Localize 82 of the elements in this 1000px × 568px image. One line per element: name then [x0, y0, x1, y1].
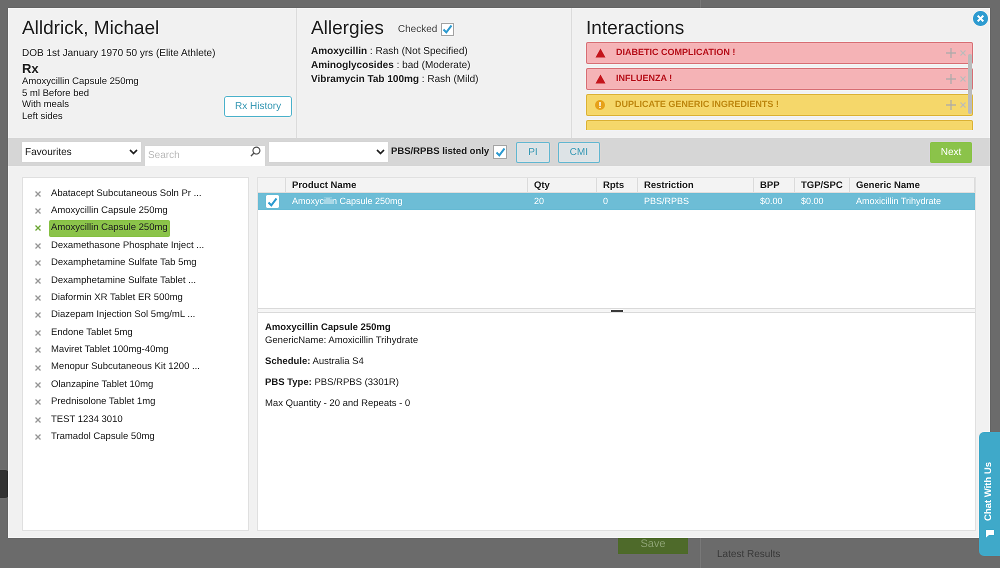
column-header[interactable]: Generic Name	[850, 178, 975, 192]
favourite-item[interactable]: Olanzapine Tablet 10mg	[49, 376, 156, 394]
warning-triangle-icon	[595, 48, 606, 58]
rx-heading: Rx	[22, 61, 40, 76]
table-cell-text: PBS/RPBS	[643, 194, 690, 208]
detail-max-quantity: Max Quantity - 20 and Repeats - 0	[265, 397, 412, 410]
splitter-handle[interactable]	[610, 310, 622, 312]
column-header[interactable]: Restriction	[638, 178, 754, 192]
rx-line: Left sides	[22, 110, 63, 122]
allergy-entry: Vibramycin Tab 100mg : Rash (Mild)	[311, 73, 480, 87]
checkbox[interactable]	[493, 145, 508, 159]
remove-icon[interactable]	[35, 330, 41, 336]
patient-name: Alldrick, Michael	[22, 18, 160, 40]
close-icon[interactable]	[973, 11, 988, 26]
detail-generic-name: GenericName: Amoxicillin Trihydrate	[265, 334, 420, 347]
rx-line: Amoxycillin Capsule 250mg	[22, 76, 139, 88]
table-cell-text: $0.00	[800, 194, 825, 208]
favourite-item[interactable]: Dexamethasone Phosphate Inject ...	[49, 238, 206, 254]
remove-icon[interactable]	[35, 260, 41, 266]
exclamation-circle-icon	[595, 100, 605, 110]
table-cell-text: Amoxicillin Trihydrate	[855, 194, 942, 208]
favourite-item[interactable]: Endone Tablet 5mg	[49, 324, 135, 341]
detail-title: Amoxycillin Capsule 250mg	[265, 321, 392, 334]
remove-icon[interactable]	[35, 312, 41, 318]
column-header[interactable]: Product Name	[286, 178, 528, 192]
favourite-item[interactable]: Maviret Tablet 100mg-40mg	[49, 342, 171, 358]
favourite-item[interactable]: Diazepam Injection Sol 5mg/mL ...	[49, 307, 198, 324]
warning-alert: DUPLICATE GENERIC INGREDIENTS !	[586, 94, 973, 116]
patient-dob: DOB 1st January 1970 50 yrs (Elite Athlete)	[22, 47, 216, 61]
remove-icon[interactable]	[35, 416, 41, 423]
remove-icon[interactable]	[35, 190, 41, 197]
remove-icon[interactable]	[35, 225, 41, 232]
plus-icon[interactable]	[946, 100, 956, 110]
interactions-title: Interactions	[586, 18, 684, 40]
favourite-item[interactable]: Dexamphetamine Sulfate Tablet ...	[49, 272, 198, 289]
remove-icon[interactable]	[35, 399, 41, 406]
remove-icon[interactable]	[35, 295, 41, 302]
remove-icon[interactable]	[35, 347, 41, 354]
table-cell-text: Amoxycillin Capsule 250mg	[291, 194, 404, 208]
remove-icon[interactable]	[35, 382, 41, 388]
detail-pbs-type: PBS Type: PBS/RPBS (3301R)	[265, 376, 400, 389]
favourite-item[interactable]: Prednisolone Tablet 1mg	[49, 394, 158, 410]
allergy-entry: Aminoglycosides : bad (Moderate)	[311, 59, 472, 73]
favourite-item[interactable]: Menopur Subcutaneous Kit 1200 ...	[49, 359, 202, 376]
remove-icon[interactable]	[35, 208, 41, 214]
search-field[interactable]: Search	[145, 146, 265, 166]
rx-line: With meals	[22, 99, 69, 110]
allergies-title: Allergies	[311, 18, 384, 40]
favourite-item[interactable]: Diaformin XR Tablet ER 500mg	[49, 290, 185, 306]
chat-icon	[984, 529, 994, 538]
column-header[interactable]: Rpts	[597, 178, 638, 192]
danger-alert: DIABETIC COMPLICATION !	[586, 42, 973, 64]
list-dropdown[interactable]: Favourites	[22, 142, 141, 162]
favourite-item[interactable]: Amoxycillin Capsule 250mg	[49, 220, 170, 237]
allergy-entry: Amoxycillin : Rash (Not Specified)	[311, 45, 469, 59]
favourite-item[interactable]: Amoxycillin Capsule 250mg	[49, 202, 170, 220]
danger-alert: INFLUENZA !	[586, 68, 973, 90]
chevron-icon	[129, 149, 138, 155]
remove-icon[interactable]	[35, 278, 41, 284]
warning-triangle-icon	[595, 74, 606, 84]
detail-schedule: Schedule: Australia S4	[265, 355, 365, 368]
favourite-item[interactable]: Dexamphetamine Sulfate Tab 5mg	[49, 255, 199, 272]
checked-label: Checked	[398, 22, 438, 36]
column-header[interactable]: BPP	[754, 178, 795, 192]
rx-line: 5 ml Before bed	[22, 88, 90, 99]
checkbox[interactable]	[266, 195, 278, 208]
column-header[interactable]: Qty	[528, 178, 597, 192]
remove-icon[interactable]	[35, 364, 41, 371]
scrollbar[interactable]	[968, 54, 972, 114]
table-cell-text: 0	[602, 194, 610, 208]
search-icon	[250, 146, 261, 157]
checkbox[interactable]	[441, 22, 454, 36]
column-header[interactable]: TGP/SPC	[795, 178, 850, 192]
favourite-item[interactable]: Tramadol Capsule 50mg	[49, 429, 157, 446]
table-cell-text: $0.00	[759, 194, 784, 208]
remove-icon[interactable]	[35, 434, 41, 440]
favourite-item[interactable]: Abatacept Subcutaneous Soln Pr ...	[49, 186, 204, 202]
remove-icon[interactable]	[35, 242, 41, 249]
chevron-icon	[376, 149, 385, 155]
table-cell-text: 20	[533, 194, 546, 208]
pbs-filter-label: PBS/RPBS listed only	[391, 144, 490, 159]
favourite-item[interactable]: TEST 1234 3010	[49, 412, 125, 428]
